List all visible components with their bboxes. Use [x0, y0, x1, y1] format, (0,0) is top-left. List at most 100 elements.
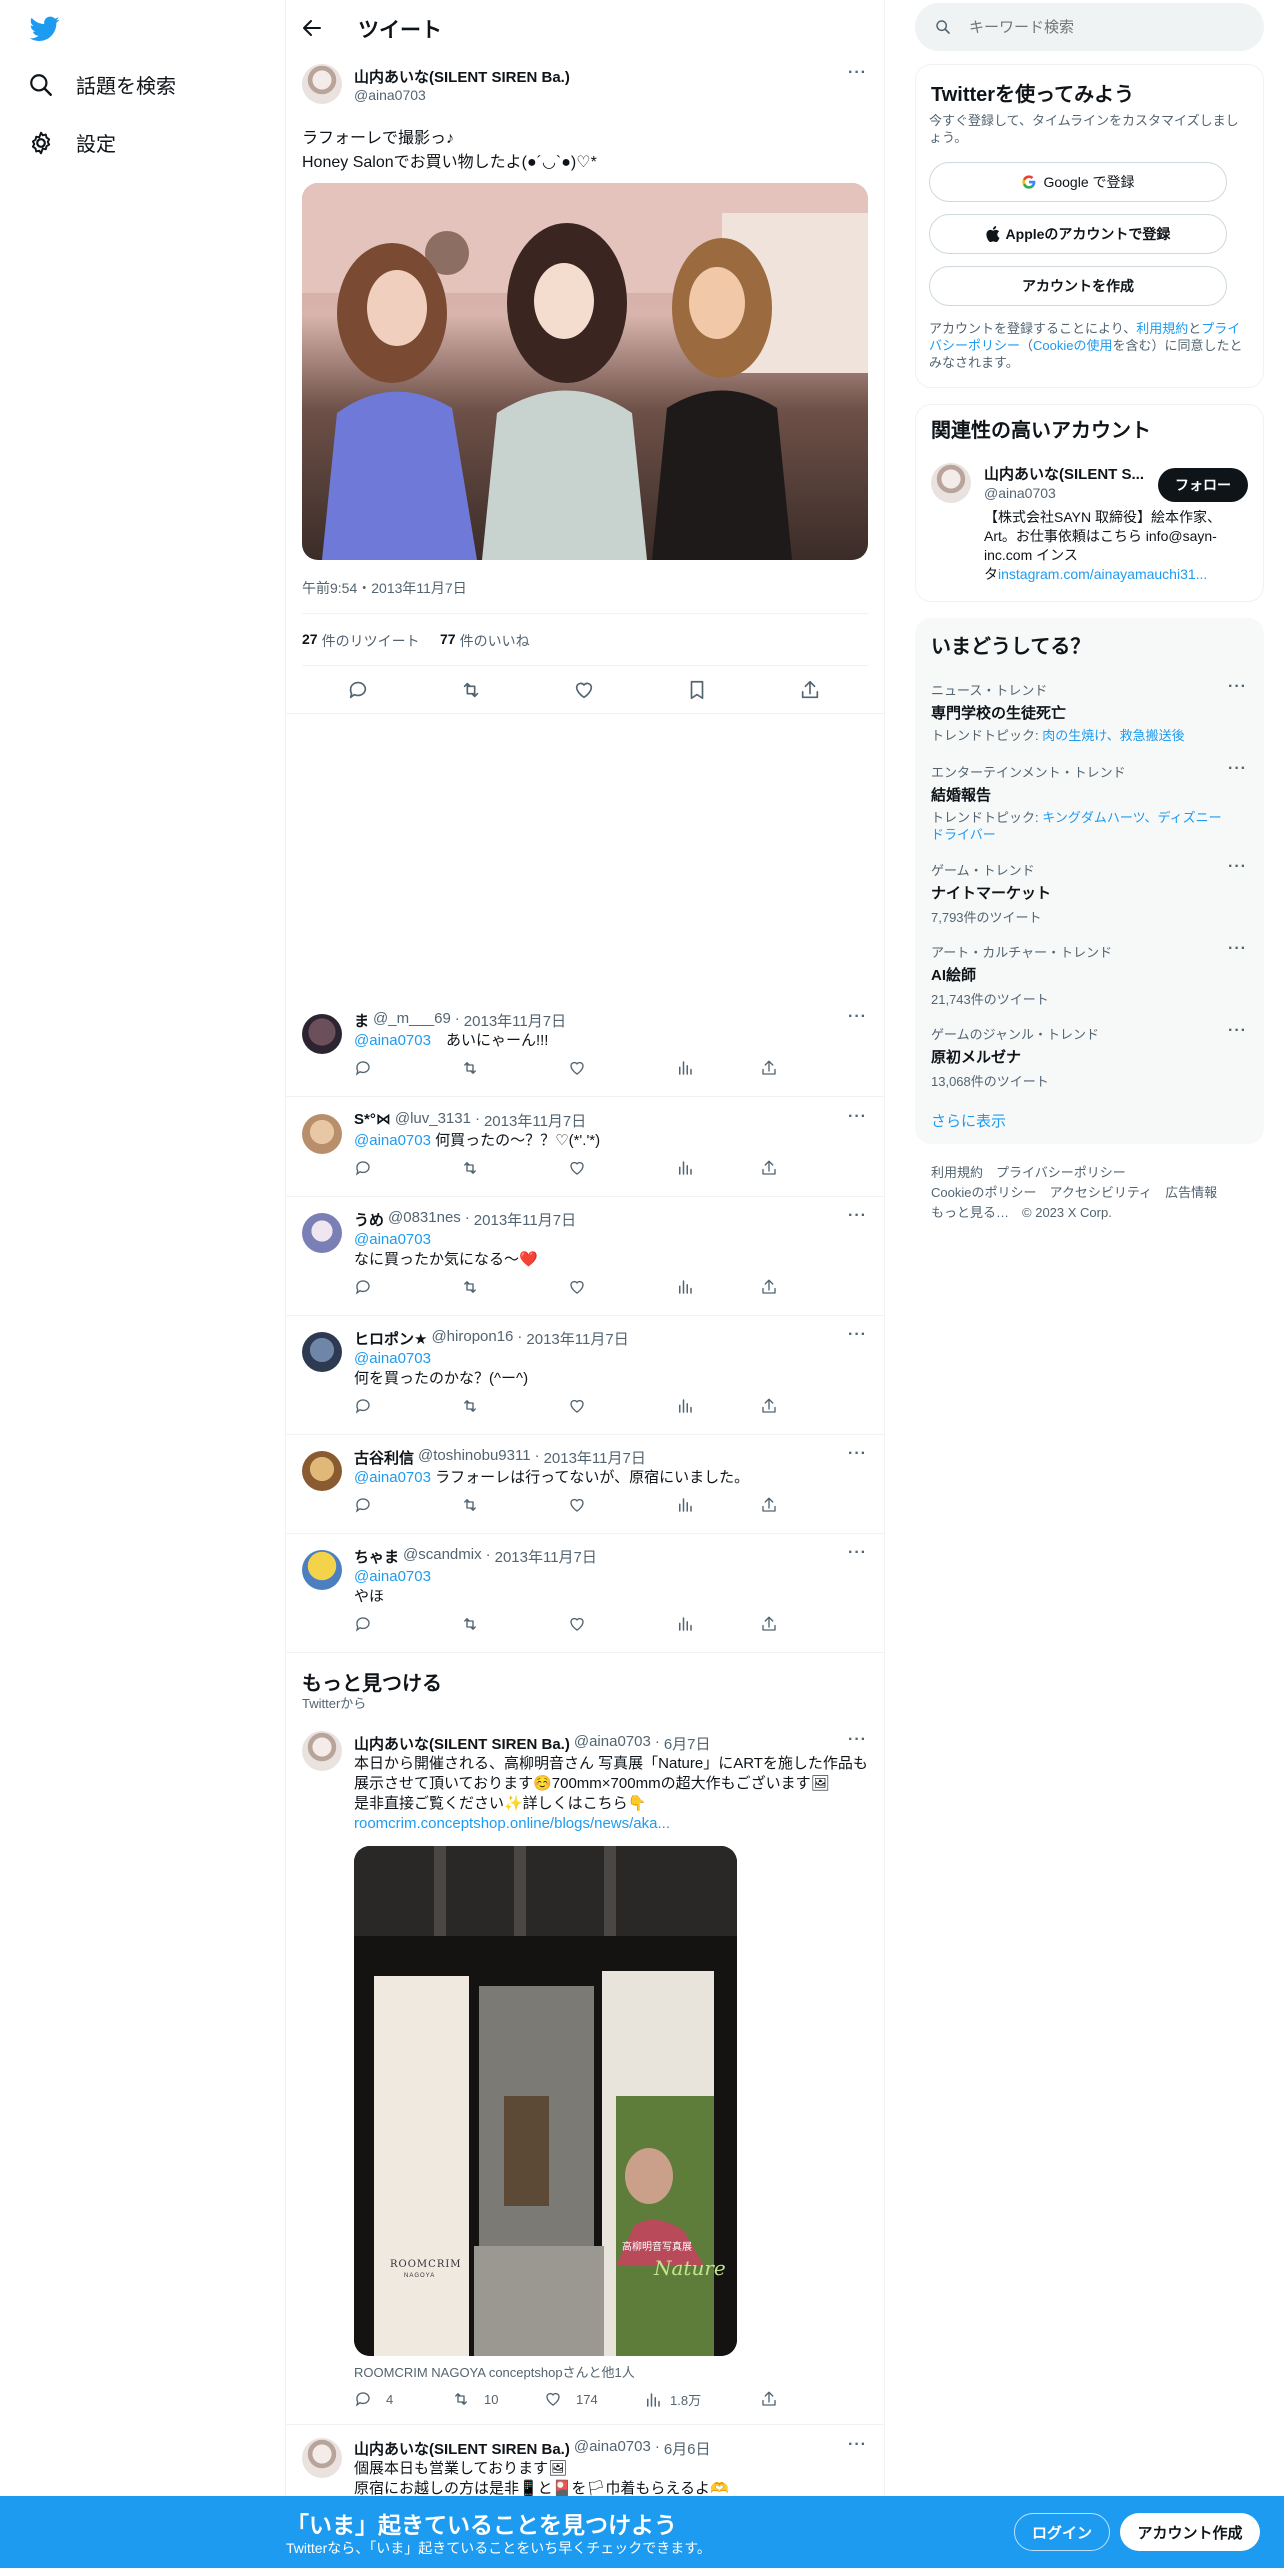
reply-icon[interactable] — [354, 1159, 372, 1177]
more-options-icon[interactable]: ··· — [848, 1731, 867, 1749]
share-icon[interactable] — [799, 679, 821, 701]
more-options-icon[interactable]: ··· — [848, 2436, 867, 2454]
reply-date[interactable]: 2013年11月7日 — [526, 1328, 628, 1349]
views-chart-icon[interactable] — [676, 1059, 694, 1077]
reply-author-handle[interactable]: @hiropon16 — [431, 1328, 513, 1349]
footer-terms-link[interactable]: 利用規約 — [931, 1165, 983, 1180]
reply-mention[interactable]: @aina0703 — [354, 1349, 431, 1369]
bio-link[interactable]: instagram.com/ainayamauchi31... — [998, 566, 1207, 582]
discover-tweet1-link[interactable]: roomcrim.conceptshop.online/blogs/news/a… — [354, 1814, 670, 1834]
reply-author-handle[interactable]: @0831nes — [388, 1209, 461, 1230]
reply-date[interactable]: 2013年11月7日 — [544, 1447, 646, 1468]
tweet-author-handle[interactable]: @aina0703 — [354, 87, 426, 103]
related-name[interactable]: 山内あいな(SILENT S... — [984, 463, 1144, 484]
reply-author-name[interactable]: S*°⋈ — [354, 1110, 391, 1131]
author-handle[interactable]: @aina0703 — [574, 1733, 651, 1754]
like-action[interactable]: 174 — [544, 2390, 598, 2408]
twitter-logo-icon[interactable] — [30, 16, 60, 42]
reply-date[interactable]: 2013年11月7日 — [495, 1546, 597, 1567]
show-more-link[interactable]: さらに表示 — [931, 1110, 1006, 1131]
reply-icon[interactable] — [354, 1278, 372, 1296]
trend-item[interactable]: ニュース・トレンド 専門学校の生徒死亡 トレンドトピック: 肉の生焼け、救急搬送後 — [931, 680, 1231, 744]
back-arrow-icon[interactable] — [300, 16, 324, 40]
more-options-icon[interactable]: ··· — [1228, 760, 1247, 778]
tweet-author-name[interactable]: 山内あいな(SILENT SIREN Ba.) — [354, 66, 570, 87]
apple-signup-button[interactable]: Appleのアカウントで登録 — [929, 214, 1227, 254]
retweet-icon[interactable] — [461, 1159, 479, 1177]
reply-icon[interactable] — [354, 1397, 372, 1415]
tweet-date[interactable]: 6月6日 — [664, 2438, 711, 2459]
retweet-icon[interactable] — [461, 1278, 479, 1296]
retweet-icon[interactable] — [460, 679, 482, 701]
reply-mention[interactable]: @aina0703 — [354, 1032, 431, 1049]
trend-item[interactable]: エンターテインメント・トレンド 結婚報告 トレンドトピック: キングダムハーツ、ディ… — [931, 762, 1231, 843]
footer-more-link[interactable]: もっと見る… — [931, 1205, 1009, 1220]
avatar[interactable] — [302, 1731, 342, 1771]
author-handle[interactable]: @aina0703 — [574, 2438, 651, 2459]
more-options-icon[interactable]: ··· — [848, 1207, 867, 1225]
share-icon[interactable] — [760, 2390, 778, 2408]
avatar[interactable] — [302, 1451, 342, 1491]
reply-author-handle[interactable]: @luv_3131 — [395, 1110, 471, 1131]
more-options-icon[interactable]: ··· — [848, 1008, 867, 1026]
footer-privacy-link[interactable]: プライバシーポリシー — [996, 1165, 1126, 1180]
trend-topic-links[interactable]: 肉の生焼け、救急搬送後 — [1042, 728, 1184, 743]
signup-button[interactable]: アカウント作成 — [1120, 2513, 1260, 2551]
avatar[interactable] — [931, 463, 971, 503]
like-icon[interactable] — [568, 1615, 586, 1633]
reply-date[interactable]: 2013年11月7日 — [484, 1110, 586, 1131]
reply-icon[interactable] — [354, 1615, 372, 1633]
more-options-icon[interactable]: ··· — [848, 1326, 867, 1344]
login-button[interactable]: ログイン — [1014, 2513, 1110, 2551]
reply-mention[interactable]: @aina0703 — [354, 1132, 431, 1149]
reply-author-name[interactable]: ヒロポン★ — [354, 1328, 427, 1349]
retweet-icon[interactable] — [461, 1397, 479, 1415]
retweet-icon[interactable] — [461, 1615, 479, 1633]
related-handle[interactable]: @aina0703 — [984, 485, 1056, 501]
like-icon[interactable] — [568, 1397, 586, 1415]
retweet-action[interactable]: 10 — [452, 2390, 498, 2408]
more-options-icon[interactable]: ··· — [848, 64, 867, 82]
tweet-photo[interactable] — [302, 183, 868, 560]
views-chart-icon[interactable] — [676, 1397, 694, 1415]
follow-button[interactable]: フォロー — [1158, 468, 1248, 502]
views-action[interactable]: 1.8万 — [644, 2390, 701, 2409]
cookie-link[interactable]: Cookieの使用 — [1033, 338, 1112, 353]
nav-settings[interactable]: 設定 — [28, 128, 116, 157]
reply-mention[interactable]: @aina0703 — [354, 1567, 431, 1587]
reply-date[interactable]: 2013年11月7日 — [474, 1209, 576, 1230]
nav-explore[interactable]: 話題を検索 — [28, 70, 176, 99]
reply-author-name[interactable]: ちゃま — [354, 1546, 399, 1567]
reply-author-name[interactable]: うめ — [354, 1209, 384, 1230]
reply-author-handle[interactable]: @toshinobu9311 — [418, 1447, 531, 1468]
discover-tweet1-photo[interactable]: 高柳明音写真展 Nature ROOMCRIM NAGOYA — [354, 1846, 737, 2356]
share-icon[interactable] — [760, 1496, 778, 1514]
avatar[interactable] — [302, 1014, 342, 1054]
share-icon[interactable] — [760, 1615, 778, 1633]
reply-author-name[interactable]: 古谷利信 — [354, 1447, 414, 1468]
more-options-icon[interactable]: ··· — [848, 1108, 867, 1126]
like-icon[interactable] — [573, 679, 595, 701]
share-icon[interactable] — [760, 1159, 778, 1177]
reply-author-name[interactable]: ま — [354, 1010, 369, 1031]
trend-item[interactable]: アート・カルチャー・トレンド AI絵師 21,743件のツイート — [931, 942, 1231, 1008]
trend-item[interactable]: ゲーム・トレンド ナイトマーケット 7,793件のツイート — [931, 860, 1231, 926]
like-stats[interactable]: 77 件のいいね — [440, 631, 530, 651]
avatar[interactable] — [302, 1550, 342, 1590]
tweet-timestamp[interactable]: 午前9:54・2013年11月7日 — [302, 578, 467, 598]
like-icon[interactable] — [568, 1278, 586, 1296]
footer-ads-link[interactable]: 広告情報 — [1165, 1185, 1217, 1200]
more-options-icon[interactable]: ··· — [1228, 940, 1247, 958]
share-icon[interactable] — [760, 1278, 778, 1296]
google-signup-button[interactable]: Google で登録 — [929, 162, 1227, 202]
avatar[interactable] — [302, 2438, 342, 2478]
more-options-icon[interactable]: ··· — [848, 1445, 867, 1463]
share-icon[interactable] — [760, 1397, 778, 1415]
more-options-icon[interactable]: ··· — [1228, 678, 1247, 696]
like-icon[interactable] — [568, 1059, 586, 1077]
create-account-button[interactable]: アカウントを作成 — [929, 266, 1227, 306]
reply-icon[interactable] — [354, 1496, 372, 1514]
more-options-icon[interactable]: ··· — [848, 1544, 867, 1562]
avatar[interactable] — [302, 64, 342, 104]
avatar[interactable] — [302, 1213, 342, 1253]
